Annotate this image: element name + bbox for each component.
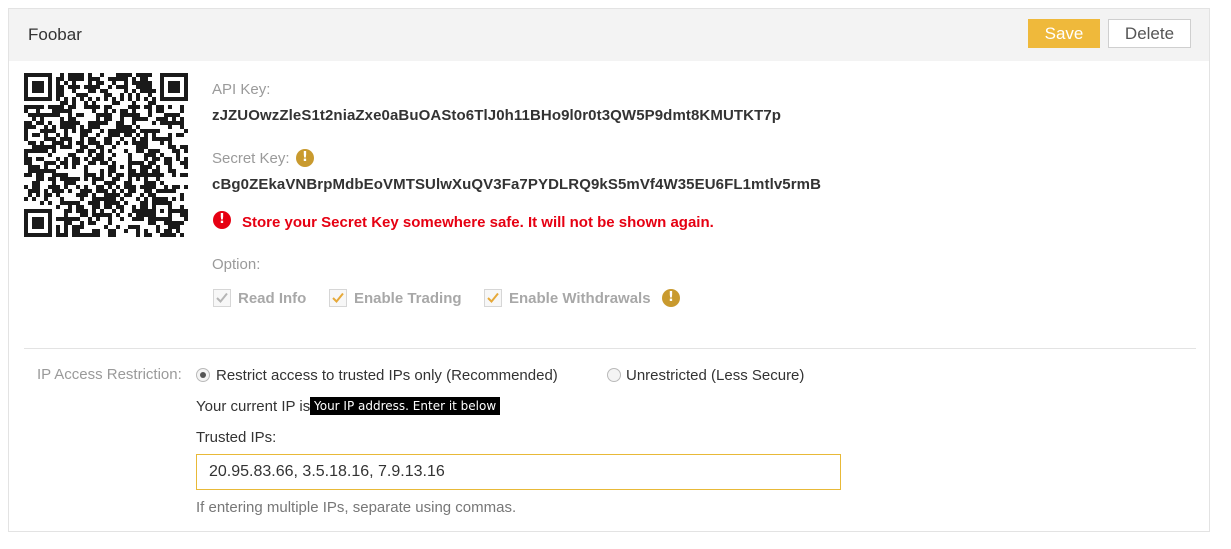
withdrawals-warning-icon[interactable]: !	[662, 289, 680, 307]
divider	[24, 348, 1196, 349]
checkmark-icon	[332, 292, 344, 303]
unrestricted-radio[interactable]	[607, 368, 621, 382]
delete-button[interactable]: Delete	[1108, 19, 1191, 48]
secret-key-warning: Store your Secret Key somewhere safe. It…	[242, 214, 714, 231]
read-info-label: Read Info	[238, 290, 307, 307]
api-key-value: zJZUOwzZleS1t2niaZxe0aBuOASto6TlJ0h11BHo…	[212, 107, 782, 124]
restricted-radio-label[interactable]: Restrict access to trusted IPs only (Rec…	[216, 367, 558, 384]
api-key-label: API Key:	[212, 81, 271, 98]
enable-trading-checkbox[interactable]	[329, 289, 347, 307]
trusted-ips-hint: If entering multiple IPs, separate using…	[196, 499, 517, 516]
checkmark-icon	[216, 292, 228, 303]
enable-withdrawals-label: Enable Withdrawals	[509, 290, 651, 307]
error-icon: !	[213, 211, 231, 229]
qr-code-icon	[24, 73, 188, 237]
current-ip-text: Your current IP is	[196, 398, 311, 415]
enable-withdrawals-checkbox[interactable]	[484, 289, 502, 307]
option-label: Option:	[212, 256, 261, 273]
save-button[interactable]: Save	[1028, 19, 1100, 48]
panel-header: Foobar Save Delete	[9, 9, 1209, 61]
trusted-ips-input[interactable]	[196, 454, 841, 490]
trusted-ips-label: Trusted IPs:	[196, 429, 277, 446]
api-key-name: Foobar	[28, 25, 82, 44]
enable-trading-label: Enable Trading	[354, 290, 462, 307]
restricted-radio[interactable]	[196, 368, 210, 382]
secret-key-label: Secret Key:	[212, 150, 290, 167]
checkmark-icon	[487, 292, 499, 303]
warning-icon[interactable]: !	[296, 149, 314, 167]
api-key-panel: Foobar Save Delete API Key: zJZUOwzZleS1…	[8, 8, 1210, 532]
ip-restriction-label: IP Access Restriction:	[37, 366, 182, 383]
ip-tooltip: Your IP address. Enter it below	[310, 397, 501, 415]
unrestricted-radio-label[interactable]: Unrestricted (Less Secure)	[626, 367, 804, 384]
secret-key-value: cBg0ZEkaVNBrpMdbEoVMTSUlwXuQV3Fa7PYDLRQ9…	[212, 176, 822, 193]
read-info-checkbox[interactable]	[213, 289, 231, 307]
